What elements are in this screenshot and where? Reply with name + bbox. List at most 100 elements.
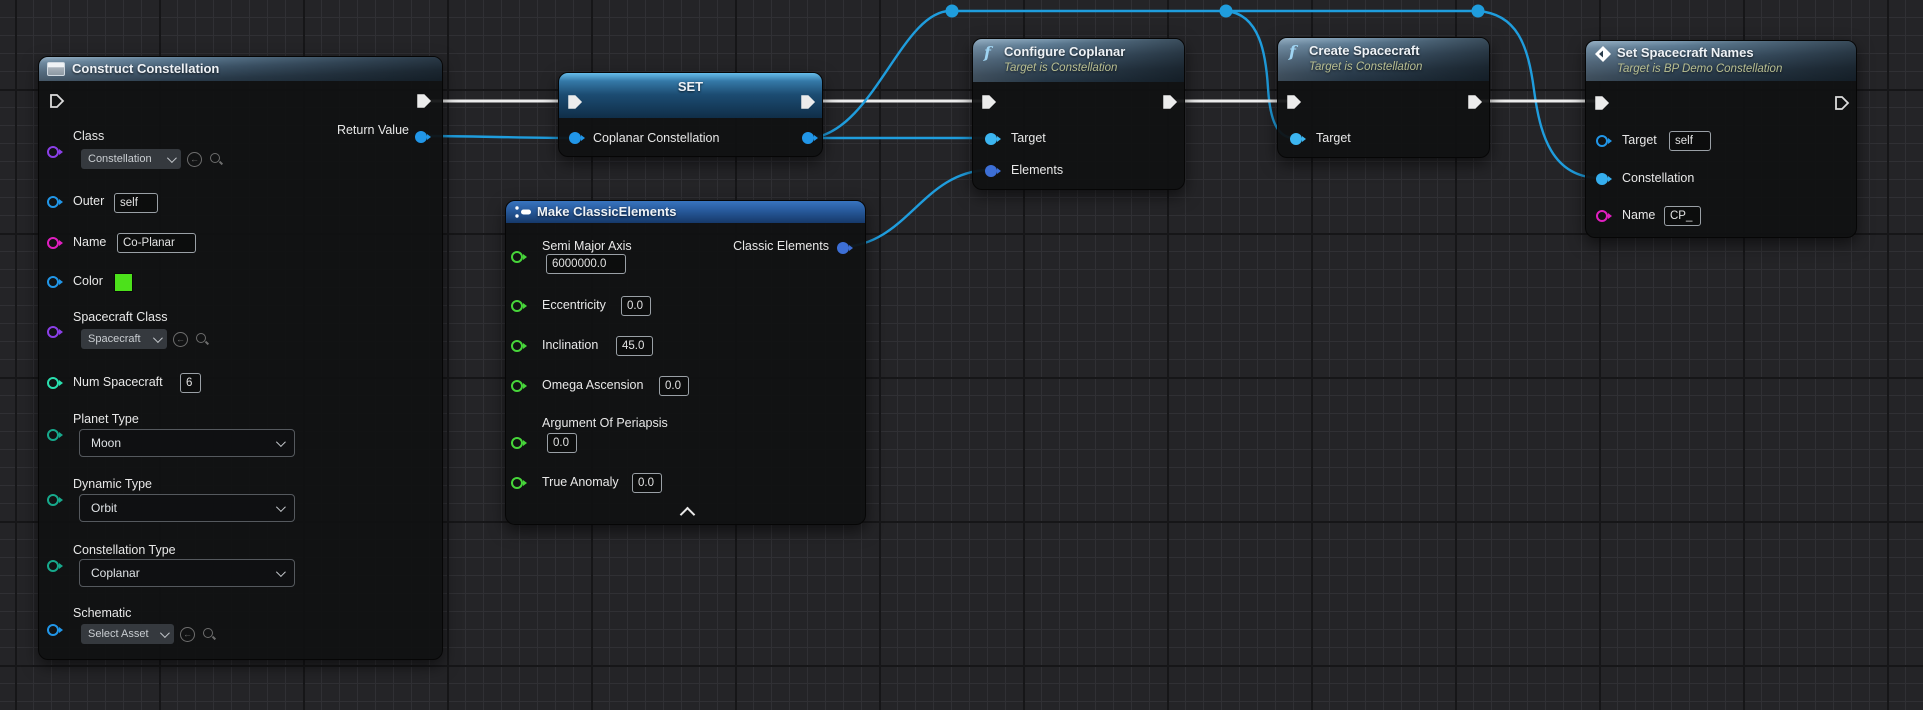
exec-out-pin[interactable] <box>800 94 816 110</box>
inclination-pin[interactable] <box>511 340 527 352</box>
collapse-node-chevron[interactable] <box>680 507 696 523</box>
node-set-coplanar-constellation[interactable]: SET Coplanar Constellation <box>558 72 823 157</box>
node-make-classicelements[interactable]: Make ClassicElements Semi Major Axis 600… <box>505 200 866 525</box>
reset-to-default-icon[interactable]: ← <box>180 627 195 642</box>
node-title: SET <box>559 79 822 94</box>
constellation-type-pin[interactable] <box>47 560 63 572</box>
target-pin[interactable] <box>1596 135 1612 147</box>
function-icon: f <box>1289 45 1296 59</box>
schematic-select[interactable]: Select Asset <box>81 624 174 644</box>
browse-icon[interactable] <box>209 152 224 167</box>
exec-out-pin[interactable] <box>1834 95 1850 111</box>
classic-elements-label: Classic Elements <box>733 239 829 253</box>
wire-data-reroute3-to-constellation[interactable] <box>1478 11 1599 178</box>
target-pin[interactable] <box>1290 133 1306 145</box>
eccentricity-pin[interactable] <box>511 300 527 312</box>
name-value-field[interactable]: Co-Planar <box>117 233 196 253</box>
exec-in-pin[interactable] <box>49 93 65 109</box>
omega-ascension-label: Omega Ascension <box>542 378 643 392</box>
name-pin[interactable] <box>1596 210 1612 222</box>
omega-ascension-field[interactable]: 0.0 <box>659 376 689 396</box>
omega-ascension-pin[interactable] <box>511 380 527 392</box>
true-anomaly-field[interactable]: 0.0 <box>632 473 662 493</box>
dynamic-type-select[interactable]: Orbit <box>79 494 295 522</box>
browse-icon[interactable] <box>202 627 217 642</box>
elements-pin-label: Elements <box>1011 163 1063 177</box>
target-pin[interactable] <box>985 133 1001 145</box>
reroute-node[interactable] <box>1220 5 1233 18</box>
color-swatch[interactable] <box>114 273 133 292</box>
exec-in-pin[interactable] <box>981 94 997 110</box>
dynamic-type-pin[interactable] <box>47 494 63 506</box>
inclination-field[interactable]: 45.0 <box>616 336 653 356</box>
constellation-type-select[interactable]: Coplanar <box>79 559 295 587</box>
exec-in-pin[interactable] <box>1594 95 1610 111</box>
chevron-down-icon <box>167 153 177 163</box>
browse-icon[interactable] <box>195 332 210 347</box>
schematic-pin[interactable] <box>47 624 63 636</box>
true-anomaly-label: True Anomaly <box>542 475 619 489</box>
argument-of-periapsis-label: Argument Of Periapsis <box>542 416 668 430</box>
outer-pin[interactable] <box>47 196 63 208</box>
planet-type-select[interactable]: Moon <box>79 429 295 457</box>
num-spacecraft-pin[interactable] <box>47 377 63 389</box>
class-pin[interactable] <box>47 146 63 158</box>
constellation-pin[interactable] <box>1596 173 1612 185</box>
target-pin-label: Target <box>1316 131 1351 145</box>
node-configure-coplanar[interactable]: f Configure Coplanar Target is Constella… <box>972 38 1185 190</box>
class-pin-label: Class <box>73 129 104 143</box>
class-select[interactable]: Constellation <box>81 149 181 169</box>
node-subtitle: Target is Constellation <box>1309 61 1422 73</box>
argument-of-periapsis-field[interactable]: 0.0 <box>547 433 577 453</box>
node-title: Make ClassicElements <box>537 204 676 219</box>
exec-in-pin[interactable] <box>1286 94 1302 110</box>
constellation-type-pin-label: Constellation Type <box>73 543 176 557</box>
name-value-field[interactable]: CP_ <box>1664 206 1701 226</box>
classic-elements-out-pin[interactable] <box>837 242 853 254</box>
color-pin[interactable] <box>47 276 63 288</box>
spacecraft-class-pin[interactable] <box>47 326 63 338</box>
node-subtitle: Target is BP Demo Constellation <box>1617 63 1782 75</box>
semi-major-axis-field[interactable]: 6000000.0 <box>546 254 626 274</box>
wire-data-returnvalue-to-set[interactable] <box>420 136 576 138</box>
target-value-field[interactable]: self <box>1669 131 1711 151</box>
eccentricity-field[interactable]: 0.0 <box>621 296 651 316</box>
chevron-down-icon <box>160 628 170 638</box>
exec-out-pin[interactable] <box>416 93 432 109</box>
true-anomaly-pin[interactable] <box>511 477 527 489</box>
spacecraft-class-select[interactable]: Spacecraft <box>81 329 167 349</box>
wire-data-set-to-reroute1[interactable] <box>812 11 950 138</box>
reset-to-default-icon[interactable]: ← <box>173 332 188 347</box>
exec-in-pin[interactable] <box>567 94 583 110</box>
color-pin-label: Color <box>73 274 103 288</box>
chevron-down-icon <box>276 502 286 512</box>
return-value-pin[interactable] <box>415 131 431 143</box>
exec-out-pin[interactable] <box>1467 94 1483 110</box>
planet-type-pin[interactable] <box>47 429 63 441</box>
semi-major-axis-pin[interactable] <box>511 251 527 263</box>
target-pin-label: Target <box>1011 131 1046 145</box>
return-value-label: Return Value <box>337 123 409 137</box>
eccentricity-label: Eccentricity <box>542 298 606 312</box>
outer-value-field[interactable]: self <box>114 193 158 213</box>
reroute-node[interactable] <box>1472 5 1485 18</box>
node-title: Create Spacecraft <box>1309 43 1420 58</box>
reset-to-default-icon[interactable]: ← <box>187 152 202 167</box>
node-create-spacecraft[interactable]: f Create Spacecraft Target is Constellat… <box>1277 37 1490 158</box>
coplanar-constellation-in-pin[interactable] <box>569 132 585 144</box>
outer-pin-label: Outer <box>73 194 104 208</box>
node-title: Configure Coplanar <box>1004 44 1125 59</box>
dynamic-type-pin-label: Dynamic Type <box>73 477 152 491</box>
planet-type-pin-label: Planet Type <box>73 412 139 426</box>
blueprint-graph-canvas[interactable]: { "colors":{ "data_wire":"#1f9ddd","exec… <box>0 0 1923 710</box>
coplanar-constellation-out-pin[interactable] <box>802 132 818 144</box>
exec-out-pin[interactable] <box>1162 94 1178 110</box>
semi-major-axis-label: Semi Major Axis <box>542 239 632 253</box>
node-construct-constellation[interactable]: Construct Constellation Class Constellat… <box>38 56 443 660</box>
node-set-spacecraft-names[interactable]: Set Spacecraft Names Target is BP Demo C… <box>1585 40 1857 238</box>
argument-of-periapsis-pin[interactable] <box>511 437 527 449</box>
elements-pin[interactable] <box>985 165 1001 177</box>
num-spacecraft-field[interactable]: 6 <box>180 373 201 393</box>
reroute-node[interactable] <box>946 5 959 18</box>
name-pin[interactable] <box>47 237 63 249</box>
